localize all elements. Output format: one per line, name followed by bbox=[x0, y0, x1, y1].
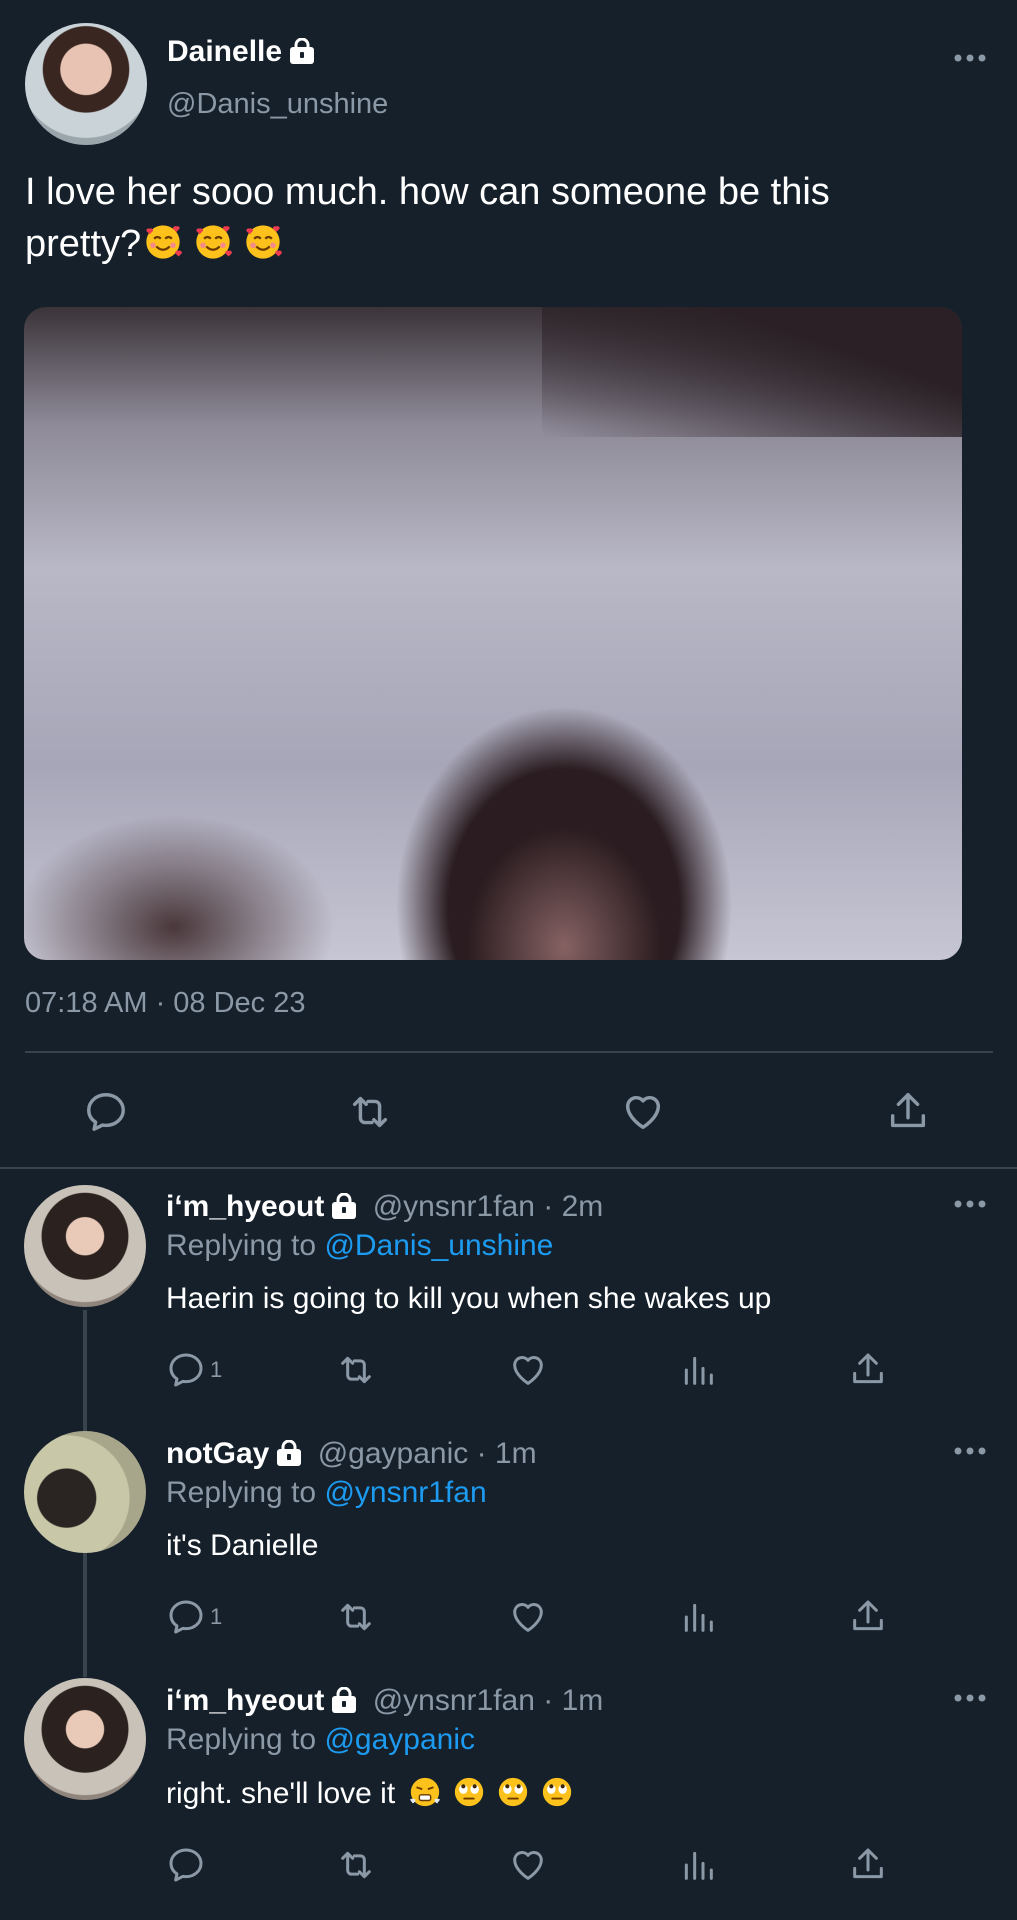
tweet-text-line2: pretty? bbox=[25, 218, 1000, 270]
reply-text: right. she'll love it bbox=[166, 1777, 396, 1810]
divider bbox=[25, 1051, 993, 1053]
main-reply-button[interactable] bbox=[83, 1089, 129, 1135]
tweet-text-line2-text: pretty? bbox=[25, 223, 142, 265]
more-options-icon[interactable] bbox=[953, 53, 987, 63]
main-share-button[interactable] bbox=[885, 1089, 931, 1135]
stats-button[interactable] bbox=[678, 1597, 718, 1637]
like-icon bbox=[508, 1597, 548, 1637]
author-name-row: Dainelle bbox=[167, 34, 316, 70]
like-button[interactable] bbox=[508, 1597, 548, 1637]
retweet-icon bbox=[336, 1597, 376, 1637]
reply-count: 1 bbox=[210, 1357, 223, 1382]
retweet-button[interactable] bbox=[336, 1350, 376, 1390]
stats-button[interactable] bbox=[678, 1350, 718, 1390]
author-avatar[interactable] bbox=[25, 23, 147, 145]
reply-display-name[interactable]: i‘m_hyeout bbox=[166, 1684, 324, 1717]
reply-handle[interactable]: @ynsnr1fan bbox=[373, 1684, 535, 1717]
share-button[interactable] bbox=[848, 1845, 888, 1885]
reply-time: · 1m bbox=[543, 1684, 604, 1717]
like-button[interactable] bbox=[508, 1845, 548, 1885]
reply-icon bbox=[166, 1597, 206, 1637]
replying-to: Replying to @gaypanic bbox=[166, 1722, 475, 1758]
replying-to: Replying to @ynsnr1fan bbox=[166, 1475, 487, 1511]
tweet-timestamp: 07:18 AM · 08 Dec 23 bbox=[25, 987, 306, 1019]
like-icon bbox=[620, 1089, 666, 1135]
more-options-icon[interactable] bbox=[953, 1199, 987, 1209]
reply-handle[interactable]: @gaypanic bbox=[318, 1437, 469, 1470]
reply-icon bbox=[166, 1845, 206, 1885]
retweet-icon bbox=[336, 1350, 376, 1390]
reply-handle[interactable]: @ynsnr1fan bbox=[373, 1190, 535, 1223]
stats-button[interactable] bbox=[678, 1845, 718, 1885]
retweet-icon bbox=[347, 1089, 393, 1135]
reply-display-name[interactable]: i‘m_hyeout bbox=[166, 1190, 324, 1223]
reply-text-row: right. she'll love it bbox=[166, 1775, 574, 1812]
like-icon bbox=[508, 1350, 548, 1390]
reply-header: i‘m_hyeout @ynsnr1fan · 2m bbox=[166, 1189, 603, 1225]
eye-roll-icon bbox=[452, 1775, 486, 1809]
share-button[interactable] bbox=[848, 1350, 888, 1390]
replying-to-mention[interactable]: @ynsnr1fan bbox=[324, 1476, 486, 1509]
replying-to-label: Replying to bbox=[166, 1723, 317, 1756]
reply-display-name[interactable]: notGay bbox=[166, 1437, 269, 1470]
reply-button[interactable] bbox=[166, 1845, 206, 1885]
reply-count: 1 bbox=[210, 1604, 223, 1629]
more-options-icon[interactable] bbox=[953, 1446, 987, 1456]
lock-icon bbox=[275, 1440, 303, 1466]
stats-icon bbox=[678, 1350, 718, 1390]
smiling-face-with-hearts-icon bbox=[143, 222, 183, 262]
like-icon bbox=[508, 1845, 548, 1885]
reply-time: · 2m bbox=[543, 1190, 604, 1223]
replying-to-label: Replying to bbox=[166, 1476, 317, 1509]
retweet-button[interactable] bbox=[336, 1845, 376, 1885]
author-handle[interactable]: @Danis_unshine bbox=[167, 88, 388, 121]
more-options-icon[interactable] bbox=[953, 1693, 987, 1703]
tweet-photo[interactable] bbox=[24, 307, 962, 960]
reply-text: it's Danielle bbox=[166, 1529, 319, 1562]
reply-header: notGay @gaypanic · 1m bbox=[166, 1436, 537, 1472]
reply-icon bbox=[83, 1089, 129, 1135]
eye-roll-icon bbox=[496, 1775, 530, 1809]
face-with-steam-icon bbox=[408, 1775, 442, 1809]
share-icon bbox=[848, 1350, 888, 1390]
tweet-text-line1: I love her sooo much. how can someone be… bbox=[25, 171, 830, 213]
smiling-face-with-hearts-icon bbox=[193, 222, 233, 262]
reply-icon bbox=[166, 1350, 206, 1390]
lock-icon bbox=[288, 38, 316, 64]
reply-avatar[interactable] bbox=[24, 1185, 146, 1307]
smiling-face-with-hearts-icon bbox=[243, 222, 283, 262]
tweet-text: I love her sooo much. how can someone be… bbox=[25, 166, 1000, 270]
stats-icon bbox=[678, 1845, 718, 1885]
reply-button[interactable]: 1 bbox=[166, 1597, 222, 1637]
main-like-button[interactable] bbox=[620, 1089, 666, 1135]
replying-to-mention[interactable]: @gaypanic bbox=[324, 1723, 475, 1756]
divider bbox=[0, 1167, 1017, 1169]
stats-icon bbox=[678, 1597, 718, 1637]
reply-avatar[interactable] bbox=[24, 1678, 146, 1800]
main-retweet-button[interactable] bbox=[347, 1089, 393, 1135]
lock-icon bbox=[330, 1687, 358, 1713]
share-icon bbox=[885, 1089, 931, 1135]
replying-to-label: Replying to bbox=[166, 1229, 317, 1262]
reply-text: Haerin is going to kill you when she wak… bbox=[166, 1282, 772, 1315]
author-display-name[interactable]: Dainelle bbox=[167, 35, 282, 68]
share-icon bbox=[848, 1597, 888, 1637]
share-button[interactable] bbox=[848, 1597, 888, 1637]
reply-button[interactable]: 1 bbox=[166, 1350, 222, 1390]
reply-header: i‘m_hyeout @ynsnr1fan · 1m bbox=[166, 1683, 603, 1719]
like-button[interactable] bbox=[508, 1350, 548, 1390]
retweet-icon bbox=[336, 1845, 376, 1885]
replying-to-mention[interactable]: @Danis_unshine bbox=[324, 1229, 553, 1262]
eye-roll-icon bbox=[540, 1775, 574, 1809]
replying-to: Replying to @Danis_unshine bbox=[166, 1228, 553, 1264]
share-icon bbox=[848, 1845, 888, 1885]
retweet-button[interactable] bbox=[336, 1597, 376, 1637]
lock-icon bbox=[330, 1193, 358, 1219]
photo-dark-top-right bbox=[542, 307, 962, 437]
reply-avatar[interactable] bbox=[24, 1431, 146, 1553]
reply-time: · 1m bbox=[476, 1437, 537, 1470]
